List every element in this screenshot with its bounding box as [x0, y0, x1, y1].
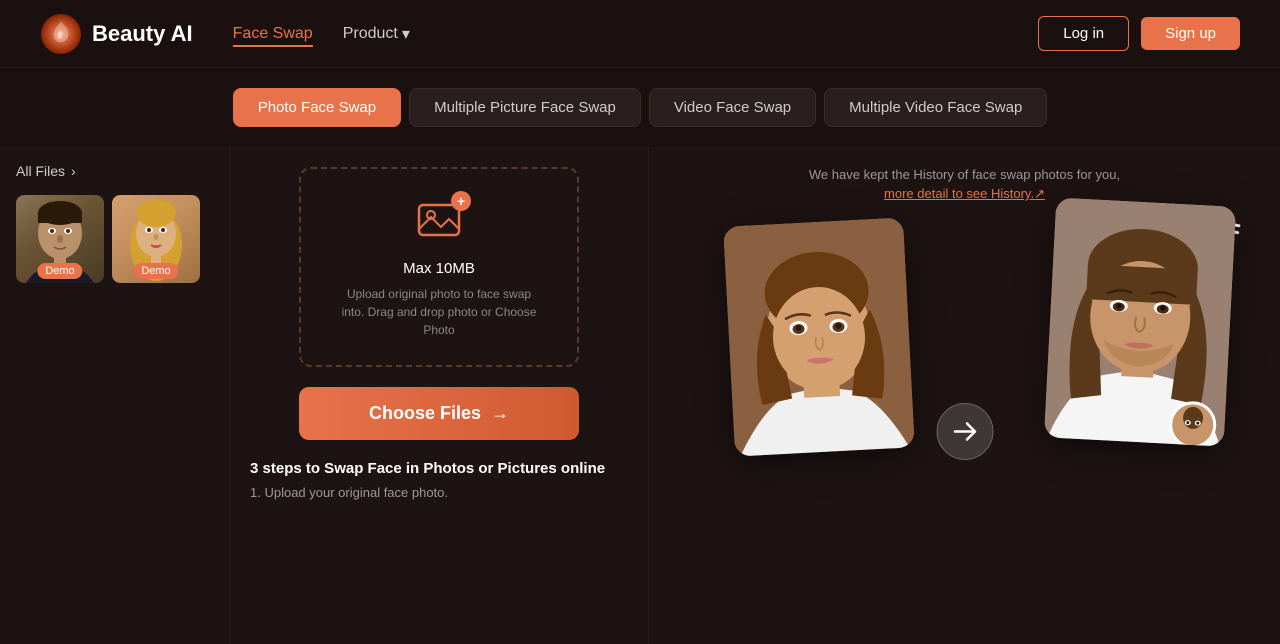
main-content: All Files ›: [0, 147, 1280, 644]
upload-plus-icon: +: [451, 191, 471, 211]
chevron-right-icon: ›: [71, 163, 76, 179]
steps-title: 3 steps to Swap Face in Photos or Pictur…: [250, 460, 605, 477]
choose-files-label: Choose Files: [369, 403, 481, 424]
tab-photo-face-swap[interactable]: Photo Face Swap: [233, 88, 401, 127]
tab-multiple-picture[interactable]: Multiple Picture Face Swap: [409, 88, 641, 127]
choose-files-button[interactable]: Choose Files →: [299, 387, 579, 440]
tabs-section: Photo Face Swap Multiple Picture Face Sw…: [0, 68, 1280, 147]
demo-thumb-female[interactable]: Demo: [112, 195, 200, 283]
demo-thumb-male[interactable]: Demo: [16, 195, 104, 283]
right-panel: We have kept the History of face swap ph…: [648, 147, 1280, 644]
demo-thumbnails: Demo: [16, 195, 213, 283]
chevron-down-icon: ▾: [402, 24, 410, 44]
nav-faceswap[interactable]: Face Swap: [233, 25, 313, 43]
male-photo-bg: [1044, 197, 1236, 446]
upload-max-size: Max 10MB: [403, 260, 475, 277]
nav-product[interactable]: Product ▾: [343, 24, 410, 44]
history-text: We have kept the History of face swap ph…: [809, 167, 1120, 182]
signup-button[interactable]: Sign up: [1141, 17, 1240, 50]
header-left: Beauty AI Face Swap Product ▾: [40, 13, 410, 55]
logo-icon: [40, 13, 82, 55]
file-sidebar: All Files ›: [0, 147, 230, 644]
login-button[interactable]: Log in: [1038, 16, 1129, 51]
all-files-link[interactable]: All Files ›: [16, 163, 213, 179]
header: Beauty AI Face Swap Product ▾ Log in Sig…: [0, 0, 1280, 68]
tab-video-face-swap[interactable]: Video Face Swap: [649, 88, 816, 127]
female-portrait-svg: [723, 217, 915, 456]
female-photo-bg: [723, 217, 915, 456]
photo-card-male: [1044, 197, 1236, 446]
header-right: Log in Sign up: [1038, 16, 1240, 51]
logo[interactable]: Beauty AI: [40, 13, 193, 55]
upload-icon-wrapper: +: [415, 195, 463, 248]
face-swap-illustration: [669, 202, 1260, 624]
demo-badge-male: Demo: [37, 263, 82, 279]
main-nav: Face Swap Product ▾: [233, 24, 410, 44]
upload-section: + Max 10MB Upload original photo to face…: [230, 147, 648, 644]
logo-text: Beauty AI: [92, 21, 193, 47]
male-portrait-svg: [1044, 197, 1236, 446]
upload-dropzone[interactable]: + Max 10MB Upload original photo to face…: [299, 167, 579, 367]
demo-badge-female: Demo: [133, 263, 178, 279]
step-1-text: 1. Upload your original face photo.: [250, 485, 448, 500]
upload-description: Upload original photo to face swap into.…: [339, 285, 539, 339]
history-link[interactable]: more detail to see History.↗: [884, 186, 1045, 202]
left-panel: All Files ›: [0, 147, 648, 644]
arrow-right-icon: →: [491, 403, 509, 424]
photo-card-female: [723, 217, 915, 456]
tab-multiple-video[interactable]: Multiple Video Face Swap: [824, 88, 1047, 127]
swap-arrow-container: [935, 402, 995, 467]
swap-arrow-svg: [935, 402, 995, 462]
